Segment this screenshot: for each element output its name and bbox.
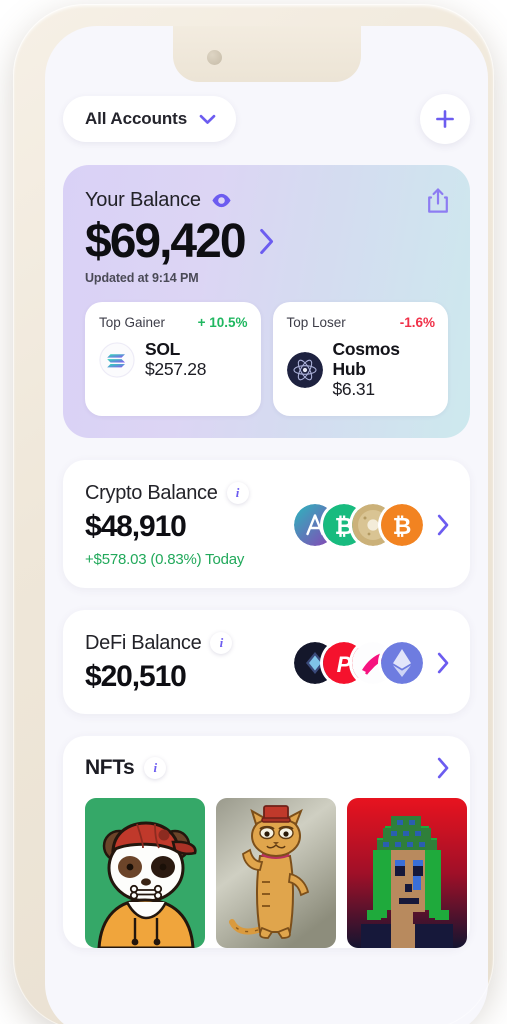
phone-frame: All Accounts Your Balance $69,420 Update…	[13, 4, 494, 1024]
wallet-app: All Accounts Your Balance $69,420 Update…	[45, 26, 488, 1024]
defi-balance-title: DeFi Balance	[85, 631, 202, 654]
chevron-right-icon[interactable]	[259, 228, 275, 255]
info-icon[interactable]: i	[210, 632, 233, 655]
crypto-token-avatars: ₿ ₿	[294, 503, 423, 546]
top-loser-card[interactable]: Top Loser -1.6% Cosmos Hub $6.31	[272, 301, 448, 416]
top-gainer-label: Top Gainer	[99, 314, 166, 330]
plus-icon	[436, 110, 454, 128]
top-gainer-body: SOL $257.28	[99, 339, 248, 381]
defi-balance-header: DeFi Balance i	[85, 632, 294, 655]
solana-logo-icon	[99, 341, 135, 378]
top-movers: Top Gainer + 10.5% SOL $257.28 Top Loser…	[85, 301, 448, 416]
nfts-card[interactable]: NFTs i	[63, 735, 470, 948]
pixel-punk-nft[interactable]	[347, 797, 467, 948]
defi-balance-info: DeFi Balance i $20,510	[85, 632, 294, 694]
share-icon[interactable]	[426, 187, 450, 214]
balance-title-row: Your Balance	[85, 189, 448, 212]
chevron-right-icon[interactable]	[437, 514, 450, 536]
chevron-right-icon[interactable]	[437, 652, 450, 674]
cosmos-logo-icon	[286, 351, 323, 388]
info-icon[interactable]: i	[226, 482, 249, 505]
svg-text:₿: ₿	[335, 514, 354, 540]
nfts-header: NFTs i	[85, 756, 450, 780]
eye-icon[interactable]	[211, 193, 232, 208]
top-gainer-info: SOL $257.28	[145, 339, 206, 381]
panda-nft[interactable]	[85, 797, 205, 948]
top-loser-label: Top Loser	[286, 314, 346, 330]
phone-screen: All Accounts Your Balance $69,420 Update…	[45, 26, 488, 1024]
front-camera	[206, 50, 222, 65]
info-icon[interactable]: i	[144, 756, 167, 779]
balance-amount-row[interactable]: $69,420	[85, 215, 448, 269]
crypto-balance-delta: +$578.03 (0.83%) Today	[85, 550, 245, 568]
defi-balance-card[interactable]: DeFi Balance i $20,510 P	[63, 609, 470, 714]
top-gainer-percent: + 10.5%	[197, 314, 248, 330]
crypto-balance-header: Crypto Balance i	[85, 482, 294, 505]
crypto-balance-card[interactable]: Crypto Balance i $48,910 +$578.03 (0.83%…	[63, 459, 470, 588]
balance-updated-text: Updated at 9:14 PM	[85, 270, 199, 285]
ethereum-protocol-icon	[381, 641, 423, 684]
phone-notch	[172, 26, 361, 82]
top-loser-price: $6.31	[332, 379, 376, 399]
account-selector[interactable]: All Accounts	[63, 96, 237, 142]
chevron-right-icon[interactable]	[437, 757, 450, 779]
cat-nft[interactable]	[216, 797, 336, 948]
screenshot-root: All Accounts Your Balance $69,420 Update…	[0, 0, 507, 1024]
defi-protocol-avatars: P	[294, 641, 423, 684]
top-gainer-price: $257.28	[145, 358, 207, 379]
add-account-button[interactable]	[420, 94, 470, 144]
svg-text:₿: ₿	[393, 514, 412, 540]
crypto-balance-title: Crypto Balance	[85, 481, 218, 504]
top-gainer-name: SOL	[145, 338, 181, 359]
defi-balance-amount: $20,510	[85, 659, 187, 693]
app-header: All Accounts	[63, 94, 470, 144]
top-loser-name: Cosmos Hub	[332, 338, 401, 379]
crypto-balance-amount: $48,910	[85, 509, 187, 543]
nfts-title: NFTs	[85, 755, 135, 779]
bitcoin-token-icon: ₿	[381, 503, 423, 546]
nfts-thumbnail-grid	[85, 797, 467, 948]
top-gainer-card[interactable]: Top Gainer + 10.5% SOL $257.28	[85, 301, 261, 416]
chevron-down-icon	[199, 114, 216, 124]
account-selector-label: All Accounts	[85, 109, 188, 128]
top-loser-percent: -1.6%	[399, 314, 435, 330]
top-loser-info: Cosmos Hub $6.31	[333, 339, 436, 401]
top-loser-header: Top Loser -1.6%	[287, 315, 436, 330]
nfts-title-group: NFTs i	[85, 755, 167, 780]
balance-hero-card[interactable]: Your Balance $69,420 Updated at 9:14 PM	[63, 165, 470, 438]
svg-text:P: P	[337, 652, 352, 677]
balance-title: Your Balance	[85, 189, 201, 211]
crypto-balance-info: Crypto Balance i $48,910 +$578.03 (0.83%…	[85, 482, 294, 568]
top-gainer-header: Top Gainer + 10.5%	[99, 315, 248, 330]
balance-amount: $69,420	[85, 215, 247, 268]
top-loser-body: Cosmos Hub $6.31	[286, 339, 436, 401]
